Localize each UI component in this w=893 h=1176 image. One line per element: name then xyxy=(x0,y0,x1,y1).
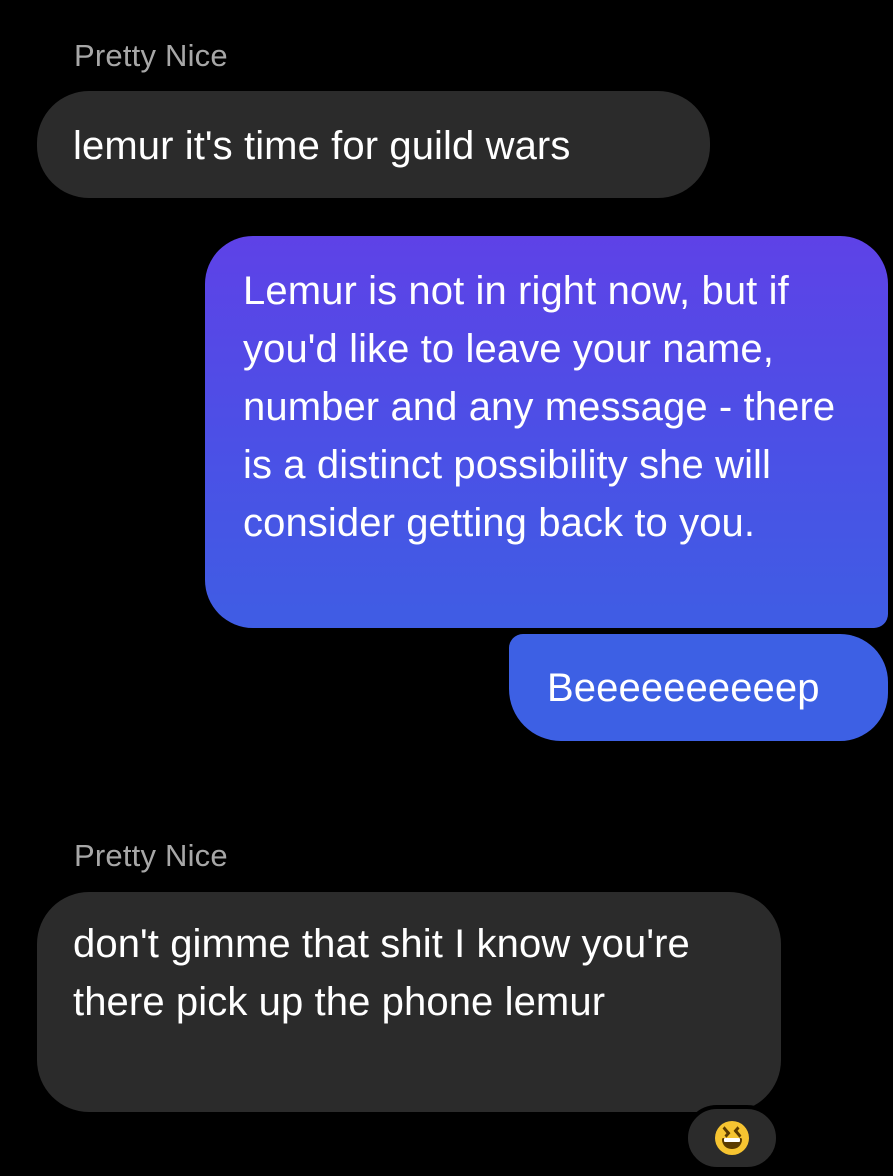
incoming-message-bubble[interactable]: lemur it's time for guild wars xyxy=(37,91,710,198)
sender-name: Pretty Nice xyxy=(74,838,228,873)
laughing-squinting-face-emoji-icon xyxy=(715,1121,749,1155)
message-reaction[interactable] xyxy=(684,1105,780,1171)
outgoing-message-bubble[interactable]: Beeeeeeeeeep xyxy=(509,634,888,741)
sender-name: Pretty Nice xyxy=(74,38,228,73)
incoming-message-bubble[interactable]: don't gimme that shit I know you're ther… xyxy=(37,892,781,1112)
outgoing-message-bubble[interactable]: Lemur is not in right now, but if you'd … xyxy=(205,236,888,628)
